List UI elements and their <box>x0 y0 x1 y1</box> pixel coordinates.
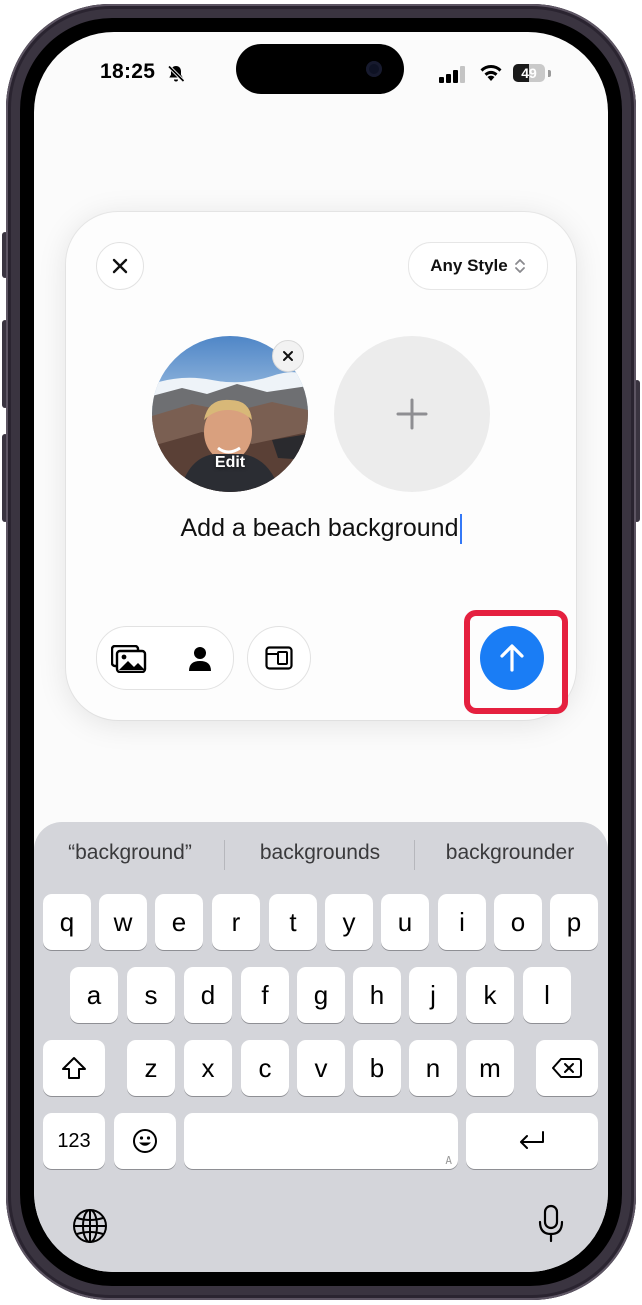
delete-icon <box>552 1058 582 1078</box>
key-j[interactable]: j <box>409 967 457 1023</box>
bell-slash-icon <box>167 65 185 83</box>
key-h[interactable]: h <box>353 967 401 1023</box>
emoji-key[interactable] <box>114 1113 176 1169</box>
return-key[interactable] <box>466 1113 598 1169</box>
suggestion-item[interactable]: “background” <box>44 830 216 876</box>
suggestion-bar: “background” backgrounds backgrounder <box>34 830 608 876</box>
close-icon <box>112 258 128 274</box>
remove-photo-button[interactable] <box>272 340 304 372</box>
key-a[interactable]: a <box>70 967 118 1023</box>
battery-level: 49 <box>521 65 537 81</box>
emoji-icon <box>133 1129 157 1153</box>
wifi-icon <box>480 65 502 81</box>
key-u[interactable]: u <box>381 894 429 950</box>
key-i[interactable]: i <box>438 894 486 950</box>
key-x[interactable]: x <box>184 1040 232 1096</box>
key-w[interactable]: w <box>99 894 147 950</box>
plus-icon <box>396 398 428 430</box>
image-playground-card: Any Style Edit Add a beach background <box>66 212 576 720</box>
status-time: 18:25 <box>100 60 156 83</box>
layout-icon <box>265 646 293 670</box>
delete-key[interactable] <box>536 1040 598 1096</box>
key-o[interactable]: o <box>494 894 542 950</box>
key-b[interactable]: b <box>353 1040 401 1096</box>
microphone-icon[interactable] <box>538 1204 564 1244</box>
layout-button[interactable] <box>247 626 311 690</box>
suggestion-divider <box>414 840 415 870</box>
key-f[interactable]: f <box>241 967 289 1023</box>
shift-key[interactable] <box>43 1040 105 1096</box>
prompt-field[interactable]: Add a beach background <box>66 514 576 545</box>
media-buttons-group <box>96 626 234 690</box>
style-selector-button[interactable]: Any Style <box>408 242 548 290</box>
key-k[interactable]: k <box>466 967 514 1023</box>
person-icon[interactable] <box>187 645 213 673</box>
close-button[interactable] <box>96 242 144 290</box>
dynamic-island <box>236 44 404 94</box>
key-t[interactable]: t <box>269 894 317 950</box>
text-cursor <box>459 514 462 545</box>
chevron-updown-icon <box>514 259 525 273</box>
key-v[interactable]: v <box>297 1040 345 1096</box>
phone-frame: 18:25 49 Any Style Edit Add a beach back… <box>6 4 636 1300</box>
key-l[interactable]: l <box>523 967 571 1023</box>
avatar-edit-label: Edit <box>214 454 246 471</box>
key-e[interactable]: e <box>155 894 203 950</box>
shift-icon <box>62 1057 86 1079</box>
prompt-text: Add a beach background <box>180 514 459 542</box>
phone-bezel: 18:25 49 Any Style Edit Add a beach back… <box>20 18 622 1286</box>
key-p[interactable]: p <box>550 894 598 950</box>
front-camera <box>366 61 382 77</box>
send-button[interactable] <box>480 626 544 690</box>
key-q[interactable]: q <box>43 894 91 950</box>
key-n[interactable]: n <box>409 1040 457 1096</box>
key-c[interactable]: c <box>241 1040 289 1096</box>
suggestion-item[interactable]: backgrounds <box>234 830 406 876</box>
key-s[interactable]: s <box>127 967 175 1023</box>
key-r[interactable]: r <box>212 894 260 950</box>
close-icon <box>283 351 293 361</box>
key-m[interactable]: m <box>466 1040 514 1096</box>
keyboard: “background” backgrounds backgrounder q … <box>34 822 608 1272</box>
battery-indicator: 49 <box>513 64 545 82</box>
globe-icon[interactable] <box>72 1208 108 1244</box>
suggestion-divider <box>224 840 225 870</box>
return-icon <box>520 1131 544 1149</box>
space-bar-hint: A <box>445 1154 452 1167</box>
key-g[interactable]: g <box>297 967 345 1023</box>
numbers-key[interactable]: 123 <box>43 1113 105 1169</box>
suggestion-item[interactable]: backgrounder <box>424 830 596 876</box>
key-d[interactable]: d <box>184 967 232 1023</box>
signal-icon <box>439 66 465 83</box>
battery-nub <box>548 70 551 77</box>
style-selector-label: Any Style <box>430 256 508 275</box>
key-z[interactable]: z <box>127 1040 175 1096</box>
add-person-button[interactable] <box>334 336 490 492</box>
space-bar[interactable]: A <box>184 1113 458 1169</box>
arrow-up-icon <box>500 644 524 672</box>
key-y[interactable]: y <box>325 894 373 950</box>
screen: 18:25 49 Any Style Edit Add a beach back… <box>34 32 608 1272</box>
photos-icon[interactable] <box>111 645 147 673</box>
